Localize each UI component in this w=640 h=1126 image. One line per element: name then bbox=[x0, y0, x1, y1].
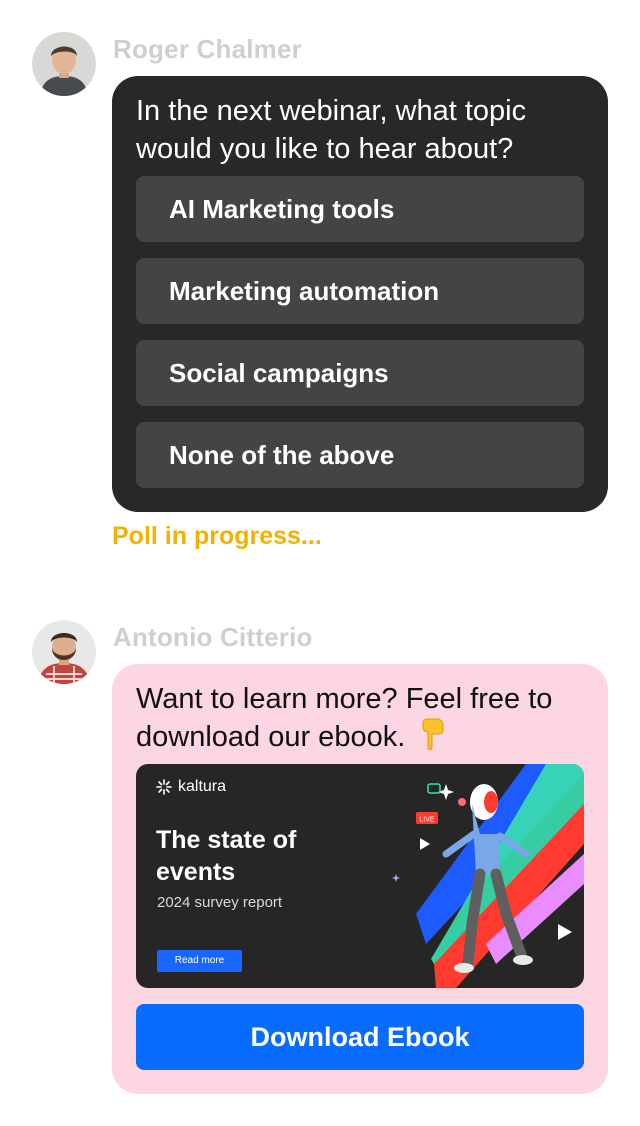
read-more-button[interactable]: Read more bbox=[157, 950, 242, 972]
poll-bubble: In the next webinar, what topic would yo… bbox=[112, 76, 608, 512]
banner-subtitle: 2024 survey report bbox=[157, 894, 283, 911]
sparkle-icon-2 bbox=[392, 874, 400, 882]
pointing-down-hand-icon bbox=[419, 718, 445, 760]
live-badge-text: LIVE bbox=[419, 817, 435, 824]
ebook-message: Want to learn more? Feel free to downloa… bbox=[136, 680, 586, 760]
kaltura-logo-icon bbox=[156, 779, 172, 795]
download-ebook-button[interactable]: Download Ebook bbox=[136, 1004, 584, 1070]
poll-status: Poll in progress... bbox=[112, 522, 322, 550]
heart-icon bbox=[458, 798, 466, 806]
brand-logo: kaltura bbox=[156, 778, 226, 796]
sender-name-antonio: Antonio Citterio bbox=[113, 622, 313, 652]
play-icon bbox=[558, 924, 572, 940]
avatar-antonio bbox=[32, 620, 96, 684]
brand-name: kaltura bbox=[178, 778, 227, 795]
man-portrait-avatar-icon bbox=[32, 32, 96, 96]
banner-illustration: LIVE bbox=[392, 764, 584, 988]
poll-option-ai-marketing-tools[interactable]: AI Marketing tools bbox=[136, 176, 584, 242]
poll-option-marketing-automation[interactable]: Marketing automation bbox=[136, 258, 584, 324]
bearded-man-portrait-avatar-icon bbox=[32, 620, 96, 684]
poll-option-social-campaigns[interactable]: Social campaigns bbox=[136, 340, 584, 406]
poll-option-none-of-the-above[interactable]: None of the above bbox=[136, 422, 584, 488]
ebook-banner[interactable]: kaltura The state of events 2024 survey … bbox=[136, 764, 584, 988]
ebook-bubble: Want to learn more? Feel free to downloa… bbox=[112, 664, 608, 1094]
ebook-message-text: Want to learn more? Feel free to downloa… bbox=[136, 683, 553, 753]
banner-title: The state of events bbox=[156, 826, 297, 886]
sender-name-roger: Roger Chalmer bbox=[113, 34, 302, 64]
poll-question: In the next webinar, what topic would yo… bbox=[136, 95, 527, 165]
avatar-roger bbox=[32, 32, 96, 96]
play-icon-small bbox=[420, 838, 430, 850]
camera-icon bbox=[427, 783, 441, 794]
